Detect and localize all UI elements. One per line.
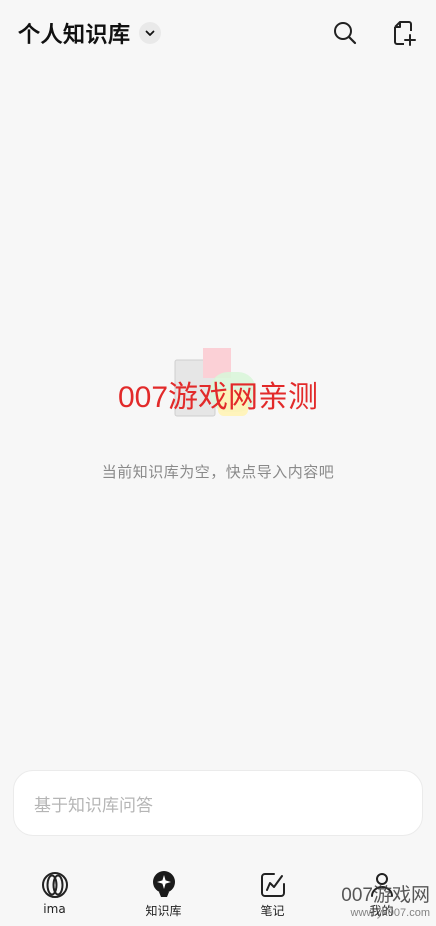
nav-label-notes: 笔记 [260, 904, 285, 918]
nav-item-notes[interactable]: 笔记 [218, 860, 327, 926]
knowledge-bulb-icon [152, 871, 175, 897]
header: 个人知识库 [0, 0, 436, 66]
header-actions [330, 18, 418, 48]
nav-item-knowledge[interactable]: 知识库 [109, 860, 218, 926]
nav-label-knowledge: 知识库 [145, 904, 182, 918]
corner-watermark: 007游戏网 www.yx007.com [341, 880, 430, 919]
new-document-icon[interactable] [388, 18, 418, 48]
nav-item-ima[interactable]: ima [0, 860, 109, 926]
chevron-down-icon[interactable] [138, 22, 161, 44]
center-watermark: 007游戏网亲测 [117, 381, 319, 414]
screen: 个人知识库 007游戏网亲测 当前知识库为空，快点导入内容吧 基于知识库问答 i… [0, 0, 436, 926]
ima-logo-icon [41, 872, 68, 898]
empty-state-message: 当前知识库为空，快点导入内容吧 [101, 463, 335, 481]
page-title: 个人知识库 [18, 23, 131, 48]
qa-input-placeholder: 基于知识库问答 [34, 795, 153, 816]
knowledge-qa-input[interactable]: 基于知识库问答 [13, 770, 423, 836]
note-edit-icon [260, 873, 285, 897]
knowledge-base-selector[interactable]: 个人知识库 [18, 17, 161, 49]
corner-watermark-text: 007游戏网 [341, 885, 430, 906]
search-icon[interactable] [330, 18, 360, 48]
nav-label-ima: ima [43, 902, 66, 916]
corner-watermark-url: www.yx007.com [350, 907, 430, 919]
